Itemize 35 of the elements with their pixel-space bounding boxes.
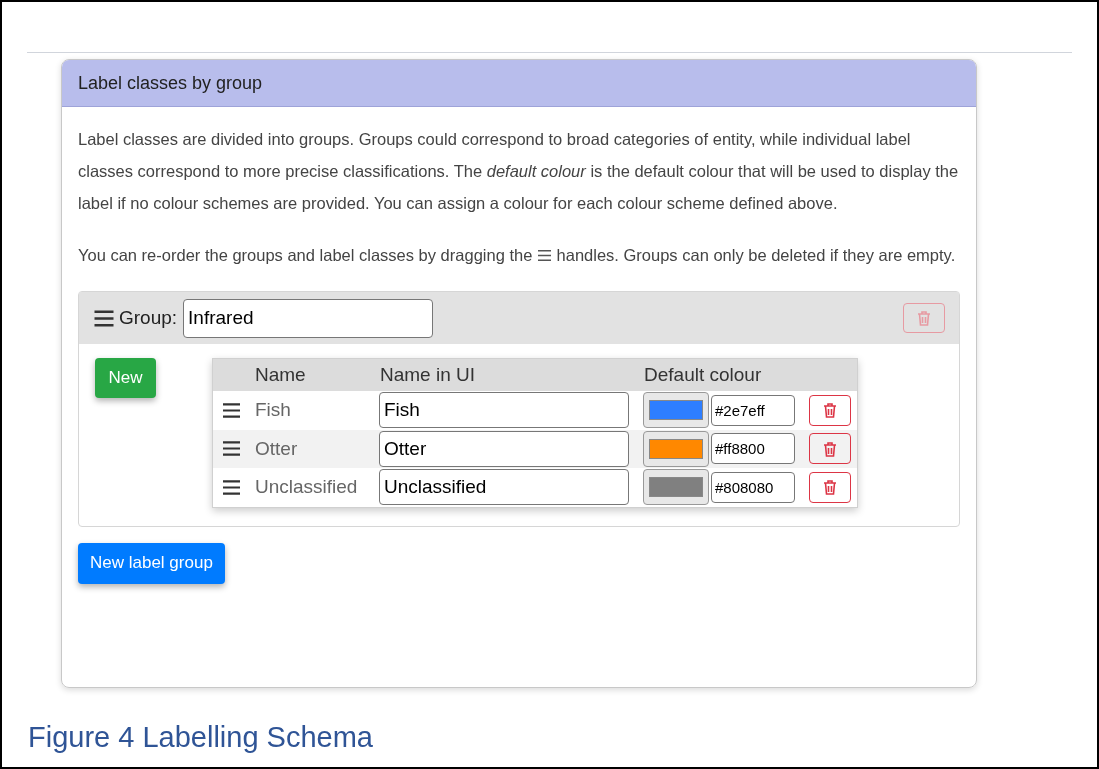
trash-icon bbox=[823, 479, 837, 496]
column-header: Name in UI bbox=[380, 362, 477, 387]
name-in-ui-field[interactable]: Fish bbox=[379, 392, 629, 429]
trash-icon bbox=[823, 402, 837, 419]
drag-handle-icon[interactable] bbox=[221, 478, 242, 496]
hex-field[interactable]: #2e7eff bbox=[711, 394, 795, 426]
colour-picker[interactable] bbox=[643, 430, 709, 467]
delete-class-button[interactable] bbox=[809, 433, 851, 465]
name-in-ui-field[interactable]: Unclassified bbox=[379, 469, 629, 506]
drag-handle-icon[interactable] bbox=[221, 401, 242, 419]
reorder-text: handles. Groups can only be deleted if they are empty. bbox=[556, 246, 956, 264]
reorder-text: You can re-order the groups and label classes by dragging the bbox=[78, 246, 533, 264]
figure-caption: Figure 4 Labelling Schema bbox=[28, 720, 374, 755]
drag-handle-icon[interactable] bbox=[221, 440, 242, 458]
name-in-ui-field[interactable]: Otter bbox=[379, 430, 629, 467]
drag-handle-icon bbox=[536, 249, 552, 262]
new-label-group-button[interactable]: New label group bbox=[78, 542, 225, 584]
trash-icon bbox=[823, 440, 837, 457]
group-label: Group: bbox=[119, 305, 178, 330]
drag-handle-icon[interactable] bbox=[93, 308, 115, 328]
group-name-field[interactable]: Infrared bbox=[183, 298, 434, 338]
colour-picker[interactable] bbox=[643, 469, 709, 506]
hex-field[interactable]: #808080 bbox=[711, 471, 795, 503]
column-header: Name bbox=[255, 362, 307, 387]
column-header: Default colour bbox=[644, 362, 762, 387]
class-name: Fish bbox=[255, 398, 292, 422]
delete-class-button[interactable] bbox=[809, 471, 851, 503]
description-paragraph: Label classes are divided into groups. Groups could correspond to broad categories of entity, while individual label classes correspond to more precise classifications. The default colour is the default colour that will be used to display the label if no colour schemes are provided. You can assign a colour for each colour scheme defined above. bbox=[78, 129, 960, 214]
trash-icon bbox=[917, 310, 931, 326]
class-name: Unclassified bbox=[255, 475, 359, 499]
hex-field[interactable]: #ff8800 bbox=[711, 433, 795, 465]
card-title: Label classes by group bbox=[78, 71, 263, 95]
delete-class-button[interactable] bbox=[809, 394, 851, 426]
class-name: Otter bbox=[255, 436, 299, 461]
colour-picker[interactable] bbox=[643, 392, 709, 429]
